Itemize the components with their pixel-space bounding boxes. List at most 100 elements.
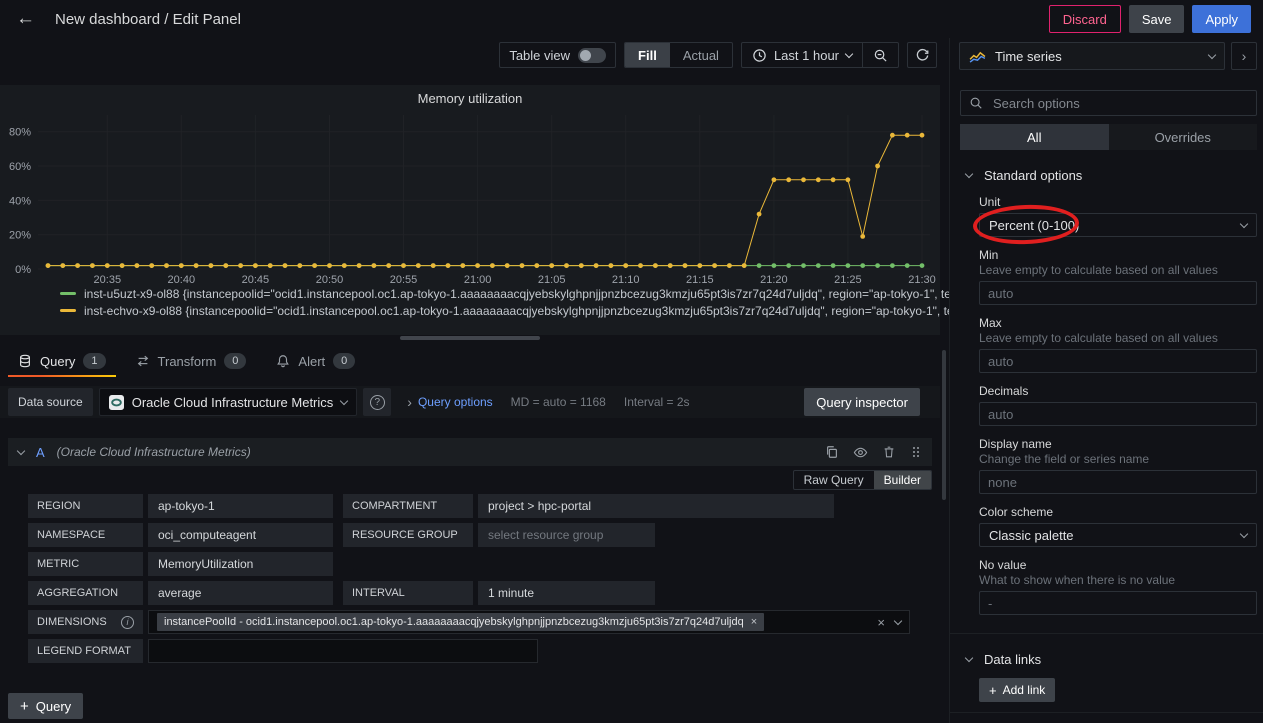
zoom-out-icon (873, 48, 888, 63)
duplicate-query-icon[interactable] (825, 445, 839, 459)
zoom-out-button[interactable] (862, 43, 898, 67)
add-query-button[interactable]: + Query (8, 693, 83, 719)
color-scheme-label: Color scheme (979, 505, 1257, 519)
interval-select[interactable]: 1 minute (478, 581, 655, 605)
namespace-select[interactable]: oci_computeagent (148, 523, 333, 547)
color-scheme-value: Classic palette (989, 528, 1074, 543)
color-scheme-select[interactable]: Classic palette (979, 523, 1257, 547)
compartment-select[interactable]: project > hpc-portal (478, 494, 834, 518)
raw-query-option[interactable]: Raw Query (794, 471, 874, 489)
transform-icon (136, 354, 150, 368)
plus-icon: + (20, 698, 29, 715)
back-arrow-icon[interactable]: ← (12, 8, 39, 30)
actual-option[interactable]: Actual (670, 43, 732, 67)
visualization-name: Time series (995, 49, 1062, 64)
unit-select[interactable]: Percent (0-100) (979, 213, 1257, 237)
fill-option[interactable]: Fill (625, 43, 670, 67)
value-mappings-header[interactable]: Value mappings (960, 719, 1257, 723)
table-view-control: Table view (499, 42, 616, 68)
top-header: ← New dashboard / Edit Panel Discard Sav… (0, 0, 1263, 38)
refresh-button[interactable] (907, 42, 937, 68)
chevron-right-icon[interactable]: › (407, 394, 412, 410)
discard-button[interactable]: Discard (1049, 5, 1121, 33)
clear-dimensions-icon[interactable]: × (877, 615, 885, 630)
legend-format-input[interactable] (148, 639, 538, 663)
dimension-controls: × (877, 615, 901, 630)
svg-text:21:00: 21:00 (464, 274, 492, 285)
memory-utilization-chart[interactable]: 20:3520:4020:4520:5020:5521:0021:0521:10… (0, 107, 940, 285)
remove-dimension-icon[interactable]: × (751, 616, 757, 628)
add-link-button[interactable]: + Add link (979, 678, 1055, 702)
horizontal-scrollbar[interactable] (400, 336, 540, 340)
table-view-toggle[interactable] (578, 48, 606, 63)
display-name-input[interactable] (979, 470, 1257, 494)
options-panel: Time series › All Overrides Standard opt… (949, 38, 1263, 723)
chevron-down-icon[interactable] (894, 616, 902, 624)
visualization-picker[interactable]: Time series (959, 42, 1225, 70)
standard-options-title: Standard options (984, 168, 1082, 183)
panel-title: Memory utilization (0, 85, 940, 107)
chart-legend: inst-u5uzt-x9-ol88 {instancepoolid="ocid… (0, 285, 940, 319)
min-input[interactable] (979, 281, 1257, 305)
chevron-down-icon (1240, 529, 1248, 537)
legend-label[interactable]: inst-u5uzt-x9-ol88 {instancepoolid="ocid… (84, 287, 995, 301)
aggregation-label: AGGREGATION (28, 581, 143, 605)
delete-query-trash-icon[interactable] (882, 445, 896, 459)
apply-button[interactable]: Apply (1192, 5, 1251, 33)
no-value-input[interactable] (979, 591, 1257, 615)
query-options-toggle[interactable]: Query options (418, 395, 493, 409)
compartment-label: COMPARTMENT (343, 494, 473, 518)
data-links-header[interactable]: Data links (960, 650, 1257, 668)
display-name-label: Display name (979, 437, 1257, 451)
svg-text:40%: 40% (9, 195, 31, 207)
datasource-help-button[interactable]: ? (363, 388, 391, 416)
tab-overrides[interactable]: Overrides (1109, 124, 1258, 150)
collapse-chevron-icon[interactable] (17, 446, 25, 454)
drag-handle-icon[interactable] (910, 445, 922, 459)
tab-all[interactable]: All (960, 124, 1109, 150)
hide-query-eye-icon[interactable] (853, 445, 868, 460)
standard-options-header[interactable]: Standard options (960, 166, 1257, 184)
query-inspector-button[interactable]: Query inspector (804, 388, 920, 416)
chevron-down-icon (1208, 50, 1216, 58)
tab-query[interactable]: Query 1 (8, 345, 116, 377)
builder-option[interactable]: Builder (874, 471, 931, 489)
query-header[interactable]: A (Oracle Cloud Infrastructure Metrics) (8, 438, 932, 466)
svg-text:20:45: 20:45 (242, 274, 270, 285)
tab-alert[interactable]: Alert 0 (266, 345, 365, 377)
info-icon[interactable]: i (121, 616, 134, 629)
save-button[interactable]: Save (1129, 5, 1185, 33)
page-title: New dashboard / Edit Panel (55, 11, 241, 28)
transform-count-badge: 0 (224, 353, 246, 369)
legend-item[interactable]: inst-echvo-x9-ol88 {instancepoolid="ocid… (60, 302, 995, 319)
max-data-points-info: MD = auto = 1168 (511, 395, 606, 409)
oci-logo-icon (109, 395, 124, 410)
decimals-input[interactable] (979, 402, 1257, 426)
query-actions (825, 445, 922, 460)
legend-format-label: LEGEND FORMAT (28, 639, 143, 663)
dimensions-multiselect[interactable]: instancePoolId - ocid1.instancepool.oc1.… (148, 610, 910, 634)
svg-text:21:05: 21:05 (538, 274, 566, 285)
max-input[interactable] (979, 349, 1257, 373)
time-series-viz-icon (969, 50, 986, 63)
grafana-edit-panel: ← New dashboard / Edit Panel Discard Sav… (0, 0, 1263, 723)
editor-tabs: Query 1 Transform 0 Alert 0 (0, 345, 940, 377)
tab-transform[interactable]: Transform 0 (126, 345, 257, 377)
collapse-options-button[interactable]: › (1231, 42, 1257, 70)
legend-item[interactable]: inst-u5uzt-x9-ol88 {instancepoolid="ocid… (60, 285, 995, 302)
chart-panel: Memory utilization 20:3520:4020:4520:502… (0, 85, 940, 335)
legend-label[interactable]: inst-echvo-x9-ol88 {instancepoolid="ocid… (84, 304, 995, 318)
svg-text:21:20: 21:20 (760, 274, 788, 285)
tab-alert-label: Alert (298, 354, 325, 369)
metric-select[interactable]: MemoryUtilization (148, 552, 333, 576)
resource-group-select[interactable]: select resource group (478, 523, 655, 547)
time-range-picker[interactable]: Last 1 hour (742, 43, 862, 67)
display-name-hint: Change the field or series name (979, 452, 1257, 466)
chevron-down-icon (845, 49, 853, 57)
aggregation-select[interactable]: average (148, 581, 333, 605)
region-select[interactable]: ap-tokyo-1 (148, 494, 333, 518)
vertical-scrollbar[interactable] (942, 350, 946, 500)
add-link-label: Add link (1003, 683, 1046, 697)
options-search-input[interactable] (991, 95, 1248, 112)
datasource-picker[interactable]: Oracle Cloud Infrastructure Metrics (99, 388, 358, 416)
